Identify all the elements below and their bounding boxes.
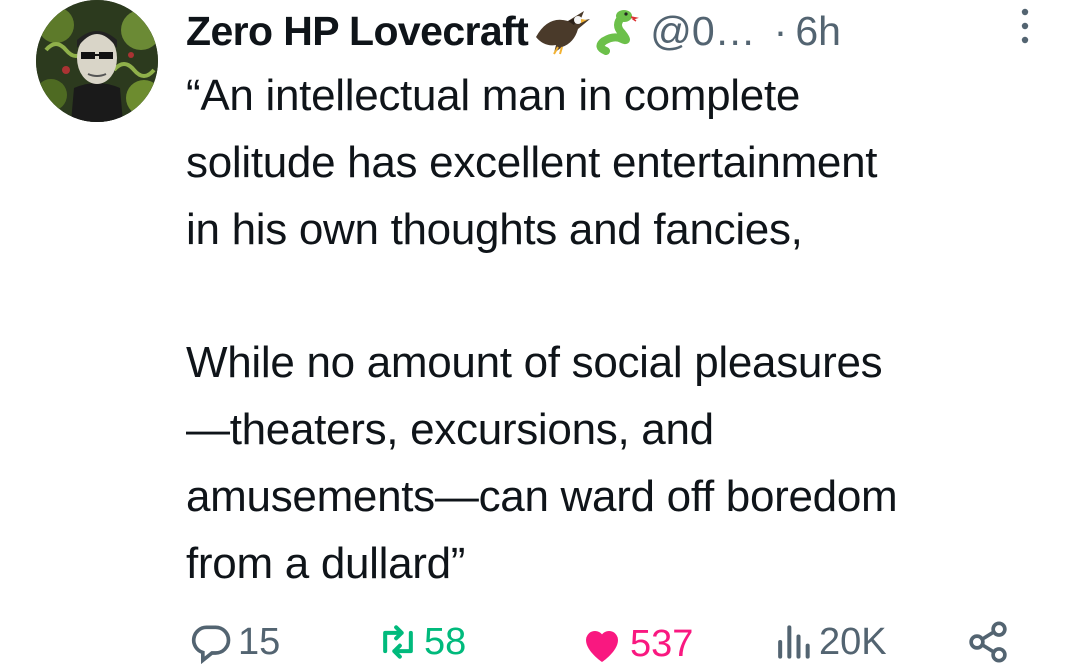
- more-icon[interactable]: [1018, 6, 1032, 46]
- tweet-line: from a dullard”: [186, 539, 466, 588]
- eagle-icon: [534, 7, 592, 55]
- views-button[interactable]: 20K: [771, 620, 887, 664]
- tweet-header: Zero HP Lovecraft @0… · 6h: [186, 4, 1080, 58]
- avatar[interactable]: [36, 0, 158, 122]
- tweet-line: solitude has excellent entertainment: [186, 138, 878, 187]
- reply-count: 15: [238, 620, 281, 663]
- reply-button[interactable]: 15: [190, 620, 280, 664]
- reply-icon: [191, 625, 231, 664]
- like-count: 537: [630, 622, 694, 665]
- tweet-line: amusements—can ward off boredom: [186, 472, 898, 521]
- author-handle[interactable]: @0…: [650, 8, 755, 55]
- repost-button[interactable]: 58: [376, 620, 466, 664]
- snake-icon: [592, 7, 640, 55]
- tweet-line: “An intellectual man in complete: [186, 71, 801, 120]
- separator-dot: ·: [773, 7, 788, 54]
- share-button[interactable]: [966, 620, 1014, 664]
- views-icon: [778, 625, 810, 659]
- tweet-text: “An intellectual man in complete solitud…: [186, 62, 1046, 597]
- heart-icon: [586, 631, 618, 662]
- views-count: 20K: [819, 620, 887, 663]
- share-icon: [969, 621, 1007, 663]
- repost-icon: [383, 625, 413, 659]
- timestamp[interactable]: 6h: [795, 8, 841, 55]
- tweet-line: in his own thoughts and fancies,: [186, 205, 803, 254]
- repost-count: 58: [424, 620, 467, 663]
- action-bar: 15 58 537 20K: [186, 612, 1080, 672]
- like-button[interactable]: 537: [578, 620, 693, 668]
- author-name[interactable]: Zero HP Lovecraft: [186, 8, 529, 55]
- tweet-line: —theaters, excursions, and: [186, 405, 714, 454]
- tweet-line: While no amount of social pleasures: [186, 338, 883, 387]
